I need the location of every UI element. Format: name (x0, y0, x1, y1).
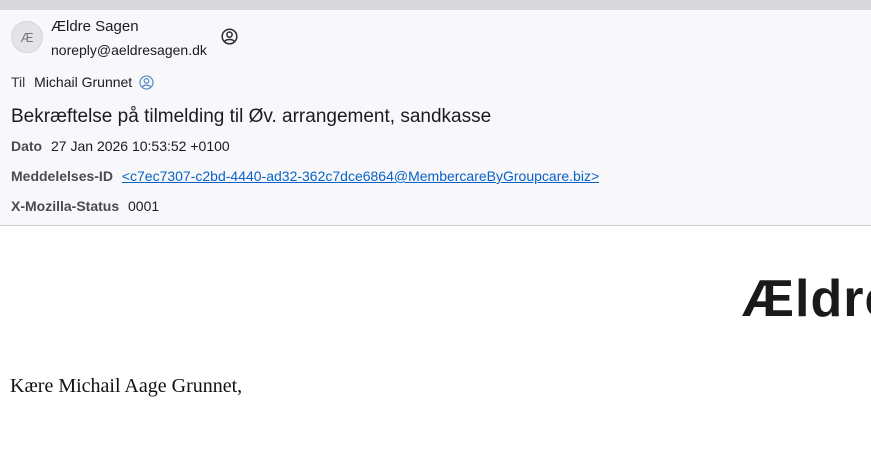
sender-avatar: Æ (11, 21, 43, 53)
recipient-contact-icon[interactable] (139, 75, 154, 90)
message-id-row: Meddelelses-ID <c7ec7307-c2bd-4440-ad32-… (11, 168, 599, 184)
mozilla-status-value: 0001 (128, 198, 160, 214)
date-row: Dato 27 Jan 2026 10:53:52 +0100 (11, 138, 230, 154)
message-header-pane: Æ Ældre Sagen noreply@aeldresagen.dk Til… (0, 10, 871, 226)
sender-name[interactable]: Ældre Sagen (51, 18, 139, 35)
add-contact-icon[interactable] (221, 28, 238, 45)
message-id-link[interactable]: <c7ec7307-c2bd-4440-ad32-362c7dce6864@Me… (122, 168, 599, 184)
mozilla-status-row: X-Mozilla-Status 0001 (11, 198, 159, 214)
date-value: 27 Jan 2026 10:53:52 +0100 (51, 138, 230, 154)
to-label: Til (11, 74, 26, 90)
mozilla-status-label: X-Mozilla-Status (11, 198, 120, 214)
sender-email[interactable]: noreply@aeldresagen.dk (51, 42, 207, 58)
message-body: Ældre Kære Michail Aage Grunnet, (0, 227, 871, 471)
date-label: Dato (11, 138, 43, 154)
message-id-label: Meddelelses-ID (11, 168, 113, 184)
to-row: Til Michail Grunnet (11, 74, 154, 90)
recipient-name[interactable]: Michail Grunnet (34, 74, 132, 90)
greeting-text: Kære Michail Aage Grunnet, (10, 375, 243, 397)
message-subject: Bekræftelse på tilmelding til Øv. arrang… (11, 106, 492, 127)
aeldre-sagen-logo: Ældre (742, 270, 871, 328)
window-top-strip (0, 0, 871, 10)
